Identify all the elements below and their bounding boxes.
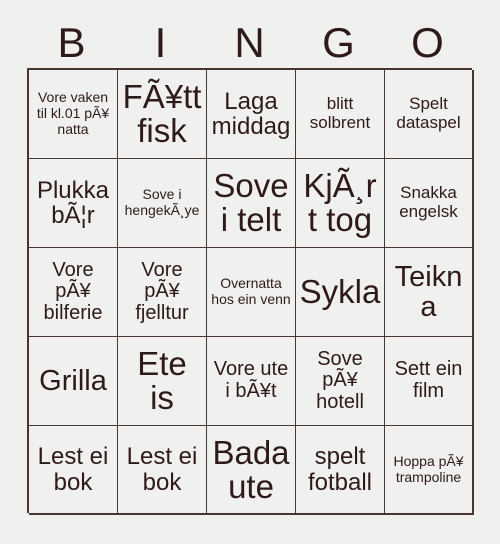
bingo-cell-label: Lest ei bok bbox=[126, 443, 198, 496]
bingo-cell-r5c2[interactable]: Lest ei bok bbox=[118, 426, 207, 515]
bingo-cell-r3c4[interactable]: Sykla bbox=[296, 248, 385, 337]
bingo-cell-r5c5[interactable]: Hoppa pÃ¥ trampoline bbox=[385, 426, 474, 515]
bingo-cell-r4c2[interactable]: Ete is bbox=[118, 337, 207, 426]
bingo-cell-label: Snakka engelsk bbox=[399, 183, 458, 221]
header-letter-b: B bbox=[57, 19, 86, 66]
bingo-cell-label: Lest ei bok bbox=[37, 443, 109, 496]
bingo-cell-r2c1[interactable]: Plukka bÃ¦r bbox=[29, 159, 118, 248]
bingo-cell-label: Vore vaken til kl.01 pÃ¥ natta bbox=[36, 89, 110, 137]
bingo-cell-label: Grilla bbox=[39, 364, 107, 397]
bingo-cell-label: spelt fotball bbox=[307, 443, 373, 496]
bingo-grid: Vore vaken til kl.01 pÃ¥ natta FÃ¥tt fis… bbox=[27, 68, 474, 515]
bingo-cell-r1c4[interactable]: blitt solbrent bbox=[296, 70, 385, 159]
bingo-cell-label: KjÃ¸rt tog bbox=[303, 167, 377, 238]
bingo-cell-r1c3[interactable]: Laga middag bbox=[207, 70, 296, 159]
bingo-cell-label: Sove i hengekÃ¸ye bbox=[124, 186, 200, 218]
bingo-cell-label: Sykla bbox=[299, 273, 381, 311]
bingo-cell-r3c2[interactable]: Vore pÃ¥ fjelltur bbox=[118, 248, 207, 337]
bingo-cell-label: Teikna bbox=[394, 260, 463, 323]
bingo-cell-label: Overnatta hos ein venn bbox=[211, 275, 291, 307]
bingo-cell-label: blitt solbrent bbox=[309, 94, 371, 132]
bingo-cell-label: Spelt dataspel bbox=[396, 94, 461, 132]
bingo-cell-r2c2[interactable]: Sove i hengekÃ¸ye bbox=[118, 159, 207, 248]
bingo-cell-r2c4[interactable]: KjÃ¸rt tog bbox=[296, 159, 385, 248]
bingo-cell-label: Vore ute i bÃ¥t bbox=[213, 358, 289, 402]
bingo-cell-label: Bada ute bbox=[212, 433, 290, 505]
bingo-cell-r4c1[interactable]: Grilla bbox=[29, 337, 118, 426]
bingo-cell-r3c1[interactable]: Vore pÃ¥ bilferie bbox=[29, 248, 118, 337]
bingo-cell-label: Vore pÃ¥ fjelltur bbox=[135, 258, 189, 324]
bingo-cell-label: Sove pÃ¥ hotell bbox=[316, 347, 364, 413]
header-letter-i: I bbox=[154, 19, 167, 66]
bingo-cell-r2c5[interactable]: Snakka engelsk bbox=[385, 159, 474, 248]
bingo-cell-label: Hoppa pÃ¥ trampoline bbox=[393, 452, 464, 485]
header-letter-n: N bbox=[234, 19, 265, 66]
bingo-cell-r3c3[interactable]: Overnatta hos ein venn bbox=[207, 248, 296, 337]
bingo-cell-label: FÃ¥tt fisk bbox=[122, 78, 202, 149]
bingo-cell-label: Ete is bbox=[137, 345, 187, 416]
bingo-cell-label: Vore pÃ¥ bilferie bbox=[43, 258, 103, 324]
bingo-cell-r2c3[interactable]: Sove i telt bbox=[207, 159, 296, 248]
bingo-header-letters: B I N G O bbox=[27, 18, 472, 68]
bingo-cell-r5c1[interactable]: Lest ei bok bbox=[29, 426, 118, 515]
bingo-cell-r4c5[interactable]: Sett ein film bbox=[385, 337, 474, 426]
bingo-cell-r5c3[interactable]: Bada ute bbox=[207, 426, 296, 515]
bingo-cell-label: Plukka bÃ¦r bbox=[36, 176, 110, 229]
bingo-cell-r4c3[interactable]: Vore ute i bÃ¥t bbox=[207, 337, 296, 426]
bingo-cell-r1c1[interactable]: Vore vaken til kl.01 pÃ¥ natta bbox=[29, 70, 118, 159]
bingo-cell-r5c4[interactable]: spelt fotball bbox=[296, 426, 385, 515]
bingo-cell-r3c5[interactable]: Teikna bbox=[385, 248, 474, 337]
bingo-cell-r4c4[interactable]: Sove pÃ¥ hotell bbox=[296, 337, 385, 426]
bingo-cell-r1c5[interactable]: Spelt dataspel bbox=[385, 70, 474, 159]
bingo-card: B I N G O Vore vaken til kl.01 pÃ¥ natta… bbox=[0, 0, 500, 544]
bingo-cell-label: Sove i telt bbox=[213, 167, 289, 238]
bingo-cell-r1c2[interactable]: FÃ¥tt fisk bbox=[118, 70, 207, 159]
header-letter-g: G bbox=[322, 19, 355, 66]
header-letter-o: O bbox=[411, 19, 444, 66]
bingo-cell-label: Laga middag bbox=[211, 87, 291, 140]
bingo-cell-label: Sett ein film bbox=[394, 358, 463, 402]
